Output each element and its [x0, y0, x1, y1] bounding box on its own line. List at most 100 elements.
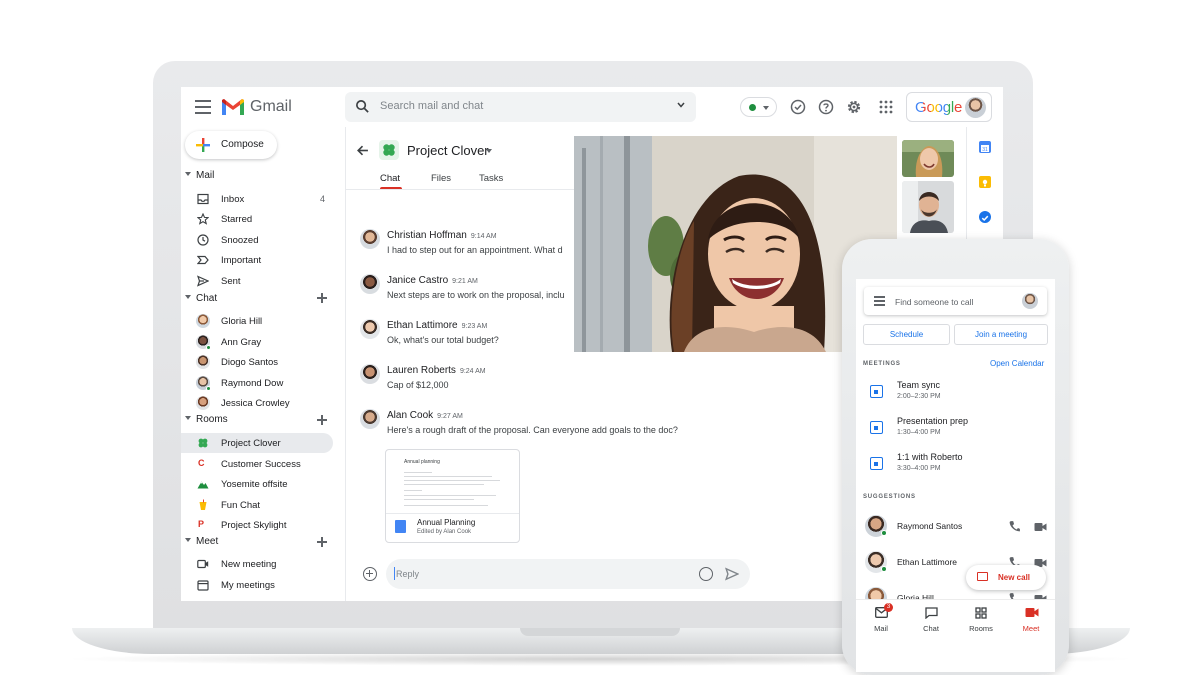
add-chat-icon[interactable]: [317, 293, 327, 303]
video-call-icon[interactable]: [1034, 522, 1047, 532]
message-time: 9:14 AM: [470, 233, 497, 240]
emoji-icon[interactable]: [699, 567, 713, 581]
account-avatar[interactable]: [965, 97, 986, 118]
message-author: Ethan Lattimore: [387, 320, 458, 331]
participant-tile[interactable]: [902, 140, 954, 177]
sidebar-item-snoozed[interactable]: Snoozed: [181, 230, 333, 250]
section-meet-header[interactable]: Meet: [185, 536, 218, 547]
sidebar-item-customer-success[interactable]: C Customer Success: [181, 454, 333, 474]
avatar[interactable]: [360, 274, 380, 294]
tasks-check-icon[interactable]: [790, 99, 806, 115]
avatar: [196, 314, 210, 328]
section-chat-header[interactable]: Chat: [185, 293, 217, 304]
sidebar-item-my-meetings[interactable]: My meetings: [181, 575, 333, 595]
search-input[interactable]: Search mail and chat: [380, 100, 483, 112]
meetings-heading: MEETINGS: [863, 361, 901, 367]
meeting-time: 3:30–4:00 PM: [897, 465, 941, 472]
calendar-event-icon: [870, 385, 883, 398]
phone-call-icon[interactable]: [1008, 520, 1021, 533]
meeting-item[interactable]: Team sync 2:00–2:30 PM: [856, 377, 1055, 413]
preview-line: [404, 499, 474, 500]
sidebar-item-label: Diogo Santos: [221, 357, 279, 368]
sidebar-item-starred[interactable]: Starred: [181, 209, 333, 229]
open-calendar-link[interactable]: Open Calendar: [990, 359, 1044, 368]
gmail-sidebar: Compose Mail Inbox 4 Starred Snoozed Imp…: [181, 127, 344, 601]
nav-mail[interactable]: 3 Mail: [856, 600, 906, 640]
status-dot-icon: [749, 104, 756, 111]
section-mail-header[interactable]: Mail: [185, 170, 214, 181]
add-attachment-icon[interactable]: [363, 567, 377, 581]
sidebar-item-important[interactable]: Important: [181, 250, 333, 270]
meeting-item[interactable]: 1:1 with Roberto 3:30–4:00 PM: [856, 449, 1055, 485]
attachment-card[interactable]: Annual planning Annual Planning Edited b…: [385, 449, 520, 543]
participant-tile[interactable]: [902, 181, 954, 233]
keep-app-icon[interactable]: [979, 176, 991, 188]
sidebar-item-project-skylight[interactable]: P Project Skylight: [181, 515, 333, 535]
back-arrow-icon[interactable]: [356, 144, 369, 157]
sidebar-item-yosemite-offsite[interactable]: Yosemite offsite: [181, 474, 333, 494]
schedule-button[interactable]: Schedule: [863, 324, 950, 345]
join-meeting-button[interactable]: Join a meeting: [954, 324, 1048, 345]
message-time: 9:23 AM: [461, 323, 488, 330]
account-avatar[interactable]: [1022, 293, 1038, 309]
search-icon[interactable]: [355, 99, 370, 114]
sidebar-item-sent[interactable]: Sent: [181, 271, 333, 291]
sidebar-item-label: Project Skylight: [221, 520, 287, 531]
sidebar-item-gloria-hill[interactable]: Gloria Hill: [181, 311, 333, 331]
send-icon[interactable]: [725, 567, 739, 581]
section-rooms-header[interactable]: Rooms: [185, 414, 228, 425]
nav-rooms[interactable]: Rooms: [956, 600, 1006, 640]
sidebar-item-project-clover[interactable]: Project Clover: [181, 433, 333, 453]
tab-divider: [346, 189, 576, 190]
sidebar-item-label: Project Clover: [221, 438, 281, 449]
compose-button[interactable]: Compose: [185, 131, 277, 159]
main-menu-icon[interactable]: [195, 100, 211, 114]
tab-files[interactable]: Files: [431, 173, 451, 184]
avatar[interactable]: [360, 319, 380, 339]
sidebar-item-fun-chat[interactable]: Fun Chat: [181, 495, 333, 515]
avatar[interactable]: [360, 364, 380, 384]
apps-grid-icon[interactable]: [878, 99, 894, 115]
settings-gear-icon[interactable]: [846, 99, 862, 115]
meeting-item[interactable]: Presentation prep 1:30–4:00 PM: [856, 413, 1055, 449]
reply-input[interactable]: Reply: [386, 559, 750, 589]
account-switcher[interactable]: Google: [906, 92, 992, 122]
calendar-app-icon[interactable]: 31: [979, 141, 991, 153]
sidebar-item-new-meeting[interactable]: New meeting: [181, 554, 333, 574]
sidebar-item-diogo-santos[interactable]: Diogo Santos: [181, 352, 333, 372]
avatar[interactable]: [360, 409, 380, 429]
tasks-app-icon[interactable]: [979, 211, 991, 223]
status-selector[interactable]: [740, 97, 777, 117]
inbox-icon: [197, 193, 209, 205]
tab-tasks[interactable]: Tasks: [479, 173, 503, 184]
add-room-icon[interactable]: [317, 415, 327, 425]
sidebar-item-ann-gray[interactable]: Ann Gray: [181, 332, 333, 352]
avatar[interactable]: [360, 229, 380, 249]
collapse-icon: [185, 416, 191, 420]
message-author: Christian Hoffman: [387, 230, 467, 241]
tab-chat[interactable]: Chat: [380, 173, 400, 184]
find-someone-input[interactable]: Find someone to call: [895, 297, 973, 307]
nav-chat[interactable]: Chat: [906, 600, 956, 640]
search-options-icon[interactable]: [676, 100, 686, 110]
new-call-label: New call: [998, 573, 1031, 582]
add-meeting-icon[interactable]: [317, 537, 327, 547]
menu-icon[interactable]: [874, 296, 885, 308]
phone-search-bar[interactable]: Find someone to call: [864, 287, 1047, 315]
sidebar-item-inbox[interactable]: Inbox 4: [181, 189, 333, 209]
sidebar-item-label: Yosemite offsite: [221, 479, 288, 490]
nav-meet[interactable]: Meet: [1006, 600, 1055, 640]
message-text: Ok, what's our total budget?: [387, 335, 499, 345]
nav-label: Chat: [923, 624, 939, 633]
compose-label: Compose: [221, 139, 264, 150]
new-call-button[interactable]: New call: [966, 565, 1046, 590]
help-icon[interactable]: [818, 99, 834, 115]
room-title[interactable]: Project Clover: [407, 143, 489, 158]
sidebar-item-raymond-dow[interactable]: Raymond Dow: [181, 373, 333, 393]
calendar-icon: [197, 580, 209, 591]
room-menu-caret-icon[interactable]: [486, 149, 492, 153]
sidebar-item-jessica-crowley[interactable]: Jessica Crowley: [181, 393, 333, 413]
suggested-contact[interactable]: Raymond Santos: [856, 511, 1055, 545]
meeting-title: Team sync: [897, 380, 941, 390]
search-bar[interactable]: Search mail and chat: [345, 92, 696, 122]
